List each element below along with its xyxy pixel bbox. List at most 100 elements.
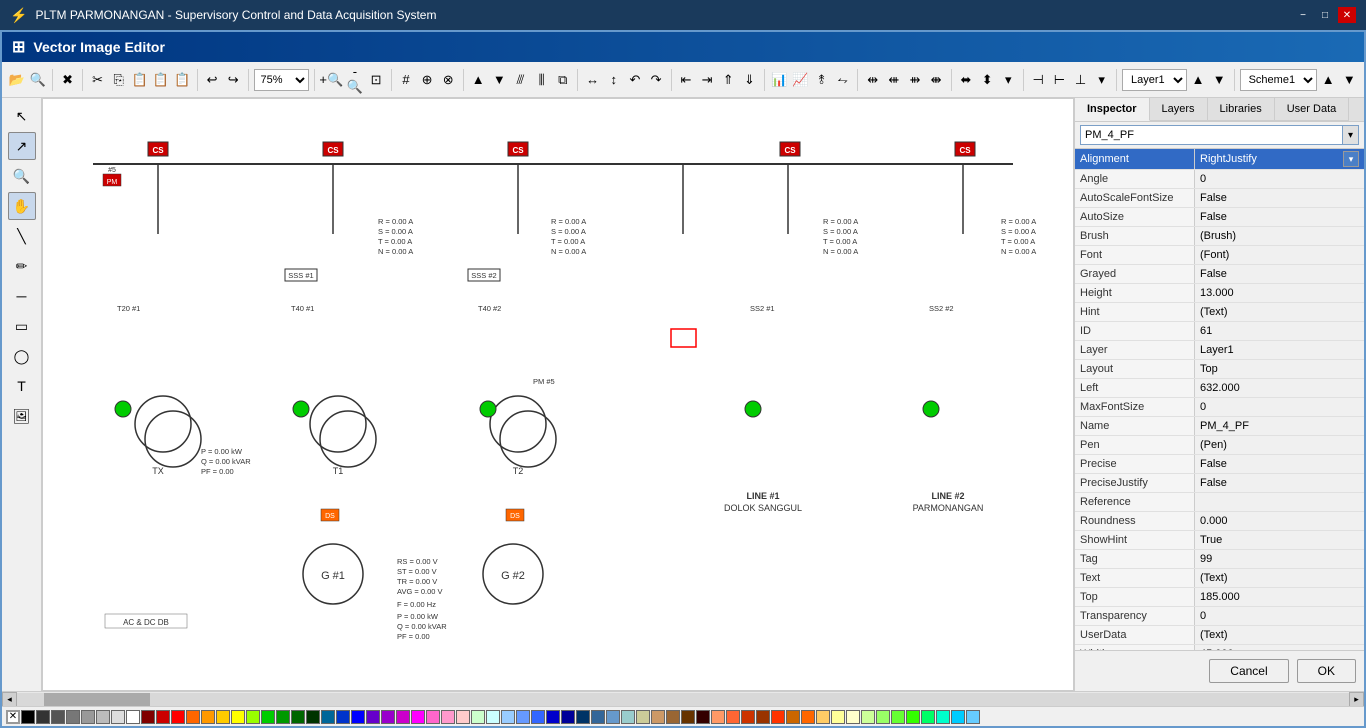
image-tool[interactable]: 🖼 — [8, 402, 36, 430]
color-swatch[interactable] — [801, 710, 815, 724]
redo-button[interactable]: ↪ — [224, 68, 243, 92]
mirror-button[interactable]: ⥉ — [812, 68, 831, 92]
prop-row[interactable]: AutoSizeFalse — [1075, 208, 1364, 227]
color-swatch[interactable] — [21, 710, 35, 724]
color-swatch[interactable] — [531, 710, 545, 724]
canvas-area[interactable]: CS CS CS CS CS PM #5 TX — [42, 98, 1074, 691]
zoom-in-button[interactable]: +🔍 — [319, 68, 343, 92]
flip-v-button[interactable]: ↕ — [604, 68, 623, 92]
paste-button[interactable]: 📋 — [130, 68, 149, 92]
color-swatch[interactable] — [396, 710, 410, 724]
color-swatch[interactable] — [681, 710, 695, 724]
prop-row[interactable]: Angle0 — [1075, 170, 1364, 189]
color-swatch[interactable] — [336, 710, 350, 724]
color-swatch[interactable] — [306, 710, 320, 724]
align-left-button[interactable]: ⇤ — [676, 68, 695, 92]
color-swatch[interactable] — [831, 710, 845, 724]
rotate-l-button[interactable]: ↶ — [625, 68, 644, 92]
scroll-track[interactable] — [17, 693, 1349, 706]
prop-row[interactable]: Height13.000 — [1075, 284, 1364, 303]
align-top-button[interactable]: ⇑ — [719, 68, 738, 92]
prop-row[interactable]: Hint(Text) — [1075, 303, 1364, 322]
color-swatch[interactable] — [711, 710, 725, 724]
zoom-tool[interactable]: 🔍 — [8, 162, 36, 190]
color-swatch[interactable] — [471, 710, 485, 724]
chart2-button[interactable]: 📈 — [791, 68, 810, 92]
color-swatch[interactable] — [876, 710, 890, 724]
prop-row[interactable]: LayerLayer1 — [1075, 341, 1364, 360]
prop-row[interactable]: Reference — [1075, 493, 1364, 512]
layer-dropdown[interactable]: ▾ — [1092, 68, 1111, 92]
dist-v-button[interactable]: ⇺ — [884, 68, 903, 92]
prop-row[interactable]: MaxFontSize0 — [1075, 398, 1364, 417]
prop-row[interactable]: Brush(Brush) — [1075, 227, 1364, 246]
color-swatch[interactable] — [426, 710, 440, 724]
color-swatch[interactable] — [351, 710, 365, 724]
zoom-out-button[interactable]: -🔍 — [345, 68, 364, 92]
alignment-dropdown[interactable]: ▾ — [1343, 151, 1359, 167]
color-swatch[interactable] — [636, 710, 650, 724]
align2-button[interactable]: ⫼ — [532, 68, 551, 92]
layer-select[interactable]: Layer1 — [1122, 69, 1187, 91]
prop-row[interactable]: AlignmentRightJustify▾ — [1075, 149, 1364, 170]
prop-row[interactable]: Text(Text) — [1075, 569, 1364, 588]
color-swatch[interactable] — [786, 710, 800, 724]
prop-row[interactable]: Roundness0.000 — [1075, 512, 1364, 531]
color-swatch[interactable] — [216, 710, 230, 724]
pencil-tool[interactable]: ✏ — [8, 252, 36, 280]
color-swatch[interactable] — [441, 710, 455, 724]
color-swatch[interactable] — [741, 710, 755, 724]
dist-h-button[interactable]: ⇹ — [863, 68, 882, 92]
cut-button[interactable]: ✂ — [88, 68, 107, 92]
color-swatch[interactable] — [546, 710, 560, 724]
node3-button[interactable]: ⊥ — [1071, 68, 1090, 92]
zoom-fit-button[interactable]: 🔍 — [28, 68, 47, 92]
undo-button[interactable]: ↩ — [202, 68, 221, 92]
select-arrow-tool[interactable]: ↖ — [8, 102, 36, 130]
zoom-all-button[interactable]: ⊡ — [366, 68, 385, 92]
grid-toggle[interactable]: # — [396, 68, 415, 92]
prop-row[interactable]: UserData(Text) — [1075, 626, 1364, 645]
pan-tool[interactable]: ✋ — [8, 192, 36, 220]
prop-row[interactable]: Transparency0 — [1075, 607, 1364, 626]
rect-tool[interactable]: ▭ — [8, 312, 36, 340]
color-swatch[interactable] — [36, 710, 50, 724]
prop-row[interactable]: ID61 — [1075, 322, 1364, 341]
color-swatch[interactable] — [81, 710, 95, 724]
color-swatch[interactable] — [861, 710, 875, 724]
scroll-right-button[interactable]: ▸ — [1349, 692, 1364, 707]
layer-up[interactable]: ▲ — [1189, 68, 1208, 92]
open-button[interactable]: 📂 — [7, 68, 26, 92]
mirror2-button[interactable]: ⥊ — [833, 68, 852, 92]
group-button[interactable]: ⧉ — [553, 68, 572, 92]
color-swatch[interactable] — [366, 710, 380, 724]
scheme-up[interactable]: ▲ — [1319, 68, 1338, 92]
color-swatch[interactable] — [456, 710, 470, 724]
color-swatch[interactable] — [906, 710, 920, 724]
color-swatch[interactable] — [561, 710, 575, 724]
prop-row[interactable]: Font(Font) — [1075, 246, 1364, 265]
color-swatch[interactable] — [966, 710, 980, 724]
color-swatch[interactable] — [606, 710, 620, 724]
color-swatch[interactable] — [171, 710, 185, 724]
prop-row[interactable]: GrayedFalse — [1075, 265, 1364, 284]
color-swatch[interactable] — [486, 710, 500, 724]
ellipse-tool[interactable]: ◯ — [8, 342, 36, 370]
tab-layers[interactable]: Layers — [1150, 98, 1208, 121]
text-tool[interactable]: T — [8, 372, 36, 400]
color-swatch[interactable] — [726, 710, 740, 724]
color-swatch[interactable] — [126, 710, 140, 724]
prop-row[interactable]: ShowHintTrue — [1075, 531, 1364, 550]
rotate-r-button[interactable]: ↷ — [646, 68, 665, 92]
front-button[interactable]: ▲ — [469, 68, 488, 92]
zoom-select[interactable]: 50%75%100%125%150%200% — [254, 69, 309, 91]
dist3-button[interactable]: ⇻ — [905, 68, 924, 92]
color-swatch[interactable] — [141, 710, 155, 724]
color-swatch[interactable] — [246, 710, 260, 724]
color-swatch[interactable] — [201, 710, 215, 724]
prop-row[interactable]: Left632.000 — [1075, 379, 1364, 398]
flip-h-button[interactable]: ↔ — [583, 68, 602, 92]
color-swatch[interactable] — [381, 710, 395, 724]
snap-button[interactable]: ⊕ — [418, 68, 437, 92]
prop-row[interactable]: NamePM_4_PF — [1075, 417, 1364, 436]
